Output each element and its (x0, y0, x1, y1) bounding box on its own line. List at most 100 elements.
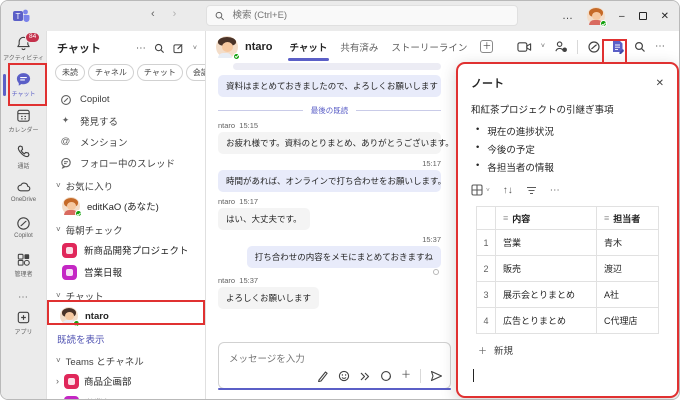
filter-meeting-chat[interactable]: 会議チャット (186, 64, 205, 81)
table-more-button[interactable]: ⋯ (550, 185, 560, 196)
rail-item-activity[interactable]: 84 アクティビティ (1, 32, 46, 68)
new-chat-icon[interactable] (173, 43, 185, 54)
tab-storyline[interactable]: ストーリーライン (391, 32, 467, 62)
message-outgoing[interactable]: 15:17 時間があれば、オンラインで打ち合わせをお願いします。 (218, 159, 441, 192)
avatar[interactable] (216, 36, 238, 58)
cloud-icon (15, 179, 32, 196)
search-input[interactable] (230, 9, 509, 22)
list-item-discover[interactable]: ✦ 発見する (47, 110, 205, 131)
profile-avatar[interactable] (587, 7, 605, 25)
message-input[interactable] (227, 353, 442, 366)
notes-close-icon[interactable]: ✕ (656, 78, 664, 89)
rail-item-copilot[interactable]: Copilot (1, 212, 46, 248)
notes-icon[interactable] (610, 39, 625, 54)
svg-text:T: T (16, 12, 21, 21)
message-outgoing[interactable]: 資料はまとめておきましたので、よろしくお願いします (218, 75, 441, 97)
loop-app-icon[interactable] (587, 40, 601, 54)
nav-back-button[interactable]: ‹ (151, 8, 155, 20)
add-tab-button[interactable]: ＋ (480, 40, 493, 53)
table-row[interactable]: 3 展示会とりまとめ A社 (477, 282, 659, 308)
conversation-header: ntaro チャット 共有済み ストーリーライン ＋ ˅ ⋯ (206, 31, 679, 62)
loop-component-icon[interactable] (380, 370, 392, 382)
notes-panel: ノート ✕ 和紅茶プロジェクトの引継ぎ事項 •現在の進捗状況 •今後の予定 •各… (456, 62, 679, 398)
notes-table: ≡内容 ≡担当者 1 営業 青木 2 販売 渡辺 3 展示会とりまとめ A社 (476, 206, 659, 334)
message-composer[interactable]: ＋ (218, 342, 451, 389)
chat-row-ntaro[interactable]: ntaro (47, 305, 205, 327)
bullet-item[interactable]: •各担当者の情報 (471, 158, 664, 176)
filter-unread[interactable]: 未読 (55, 64, 85, 81)
table-row[interactable]: 2 販売 渡辺 (477, 256, 659, 282)
calendar-icon (15, 107, 32, 124)
chat-list-panel: チャット ⋯ ˅ 未読 チャネル チャット 会議チャット Copilot ✦ (46, 31, 206, 400)
list-item-mentions[interactable]: @ メンション (47, 131, 205, 152)
message-incoming[interactable]: ntaro 15:17 はい、大丈夫です。 (218, 197, 441, 230)
rail-item-onedrive[interactable]: OneDrive (1, 176, 46, 212)
sort-button[interactable]: ↑↓ (503, 185, 513, 196)
nav-forward-button[interactable]: › (173, 8, 177, 20)
rail-item-calls[interactable]: 通話 (1, 140, 46, 176)
format-icon[interactable] (317, 370, 329, 382)
bullet-item[interactable]: •今後の予定 (471, 140, 664, 158)
apps-plus-icon (15, 309, 32, 326)
rail-more-button[interactable]: ⋯ (1, 284, 46, 306)
section-morning-check[interactable]: ˅ 毎朝チェック (47, 220, 205, 239)
search-box[interactable] (206, 5, 518, 26)
notes-doc-title[interactable]: 和紅茶プロジェクトの引継ぎ事項 (471, 102, 664, 116)
team-row-product-planning[interactable]: › 商品企画部 (47, 370, 205, 392)
insert-table-button[interactable]: ˅ (471, 184, 490, 196)
minimize-button[interactable]: – (619, 11, 625, 22)
filter-icon[interactable] (526, 186, 537, 195)
rail-item-admin[interactable]: 管理者 (1, 248, 46, 284)
rail-item-calendar[interactable]: カレンダー (1, 104, 46, 140)
section-teams-channels[interactable]: ˅ Teams とチャネル (47, 351, 205, 370)
rail-item-apps[interactable]: アプリ (1, 306, 46, 342)
column-header-owner[interactable]: ≡担当者 (597, 207, 659, 230)
conversation-more-button[interactable]: ⋯ (655, 41, 665, 52)
chat-list-more-button[interactable]: ⋯ (136, 43, 146, 54)
send-icon[interactable] (430, 370, 443, 382)
message-incoming[interactable]: ntaro 15:15 お疲れ様です。資料のとりまとめ、ありがとうございます。 (218, 121, 441, 154)
filter-channels[interactable]: チャネル (88, 64, 134, 81)
conversation-name: ntaro (245, 41, 273, 53)
close-button[interactable]: ✕ (661, 11, 669, 22)
column-header-content[interactable]: ≡内容 (496, 207, 597, 230)
tab-shared[interactable]: 共有済み (340, 32, 378, 62)
titlebar-more-button[interactable]: … (562, 10, 573, 22)
chat-row-newproduct-project[interactable]: 新商品開発プロジェクト (47, 239, 205, 261)
maximize-button[interactable] (639, 12, 647, 20)
chat-icon (15, 71, 32, 88)
add-row-button[interactable]: ＋ 新規 (478, 343, 664, 357)
video-clip-icon[interactable] (359, 371, 371, 382)
bullet-item[interactable]: •現在の進捗状況 (471, 122, 664, 140)
chat-filter-search-icon[interactable] (154, 43, 165, 54)
filter-chat[interactable]: チャット (137, 64, 183, 81)
chat-row-editkao[interactable]: editKaO (あなた) (47, 195, 205, 217)
video-call-chevron-icon[interactable]: ˅ (541, 43, 545, 50)
avatar (60, 307, 78, 325)
section-chat[interactable]: ˅ チャット (47, 286, 205, 305)
table-row[interactable]: 1 営業 青木 (477, 230, 659, 256)
add-people-icon[interactable] (554, 40, 568, 53)
chevron-right-icon: › (56, 376, 59, 386)
list-item-copilot[interactable]: Copilot (47, 89, 205, 110)
rail-item-chat[interactable]: チャット (1, 68, 46, 104)
tab-chat[interactable]: チャット (290, 32, 328, 62)
nav-arrows: ‹ › (151, 8, 176, 20)
team-icon-magenta (62, 265, 77, 280)
message-outgoing[interactable]: 15:37 打ち合わせの内容をメモにまとめておきますね (218, 235, 441, 275)
new-chat-chevron-icon[interactable]: ˅ (193, 45, 197, 52)
section-favorites[interactable]: ˅ お気に入り (47, 176, 205, 195)
row-number-header (477, 207, 496, 230)
chat-row-sales-daily[interactable]: 営業日報 (47, 261, 205, 283)
video-call-icon[interactable] (517, 41, 532, 53)
attach-plus-icon[interactable]: ＋ (401, 371, 411, 381)
list-item-followed-threads[interactable]: フォロー中のスレッド (47, 152, 205, 173)
table-row[interactable]: 4 広告とりまとめ C代理店 (477, 308, 659, 334)
team-row-sales-dept[interactable]: › 営業部 (47, 392, 205, 400)
phone-icon (15, 143, 32, 160)
message-incoming[interactable]: ntaro 15:37 よろしくお願いします (218, 276, 441, 309)
conversation-search-icon[interactable] (634, 41, 646, 53)
emoji-icon[interactable] (338, 370, 350, 382)
thread-icon (60, 157, 72, 169)
show-read-link[interactable]: 既読を表示 (47, 327, 205, 348)
